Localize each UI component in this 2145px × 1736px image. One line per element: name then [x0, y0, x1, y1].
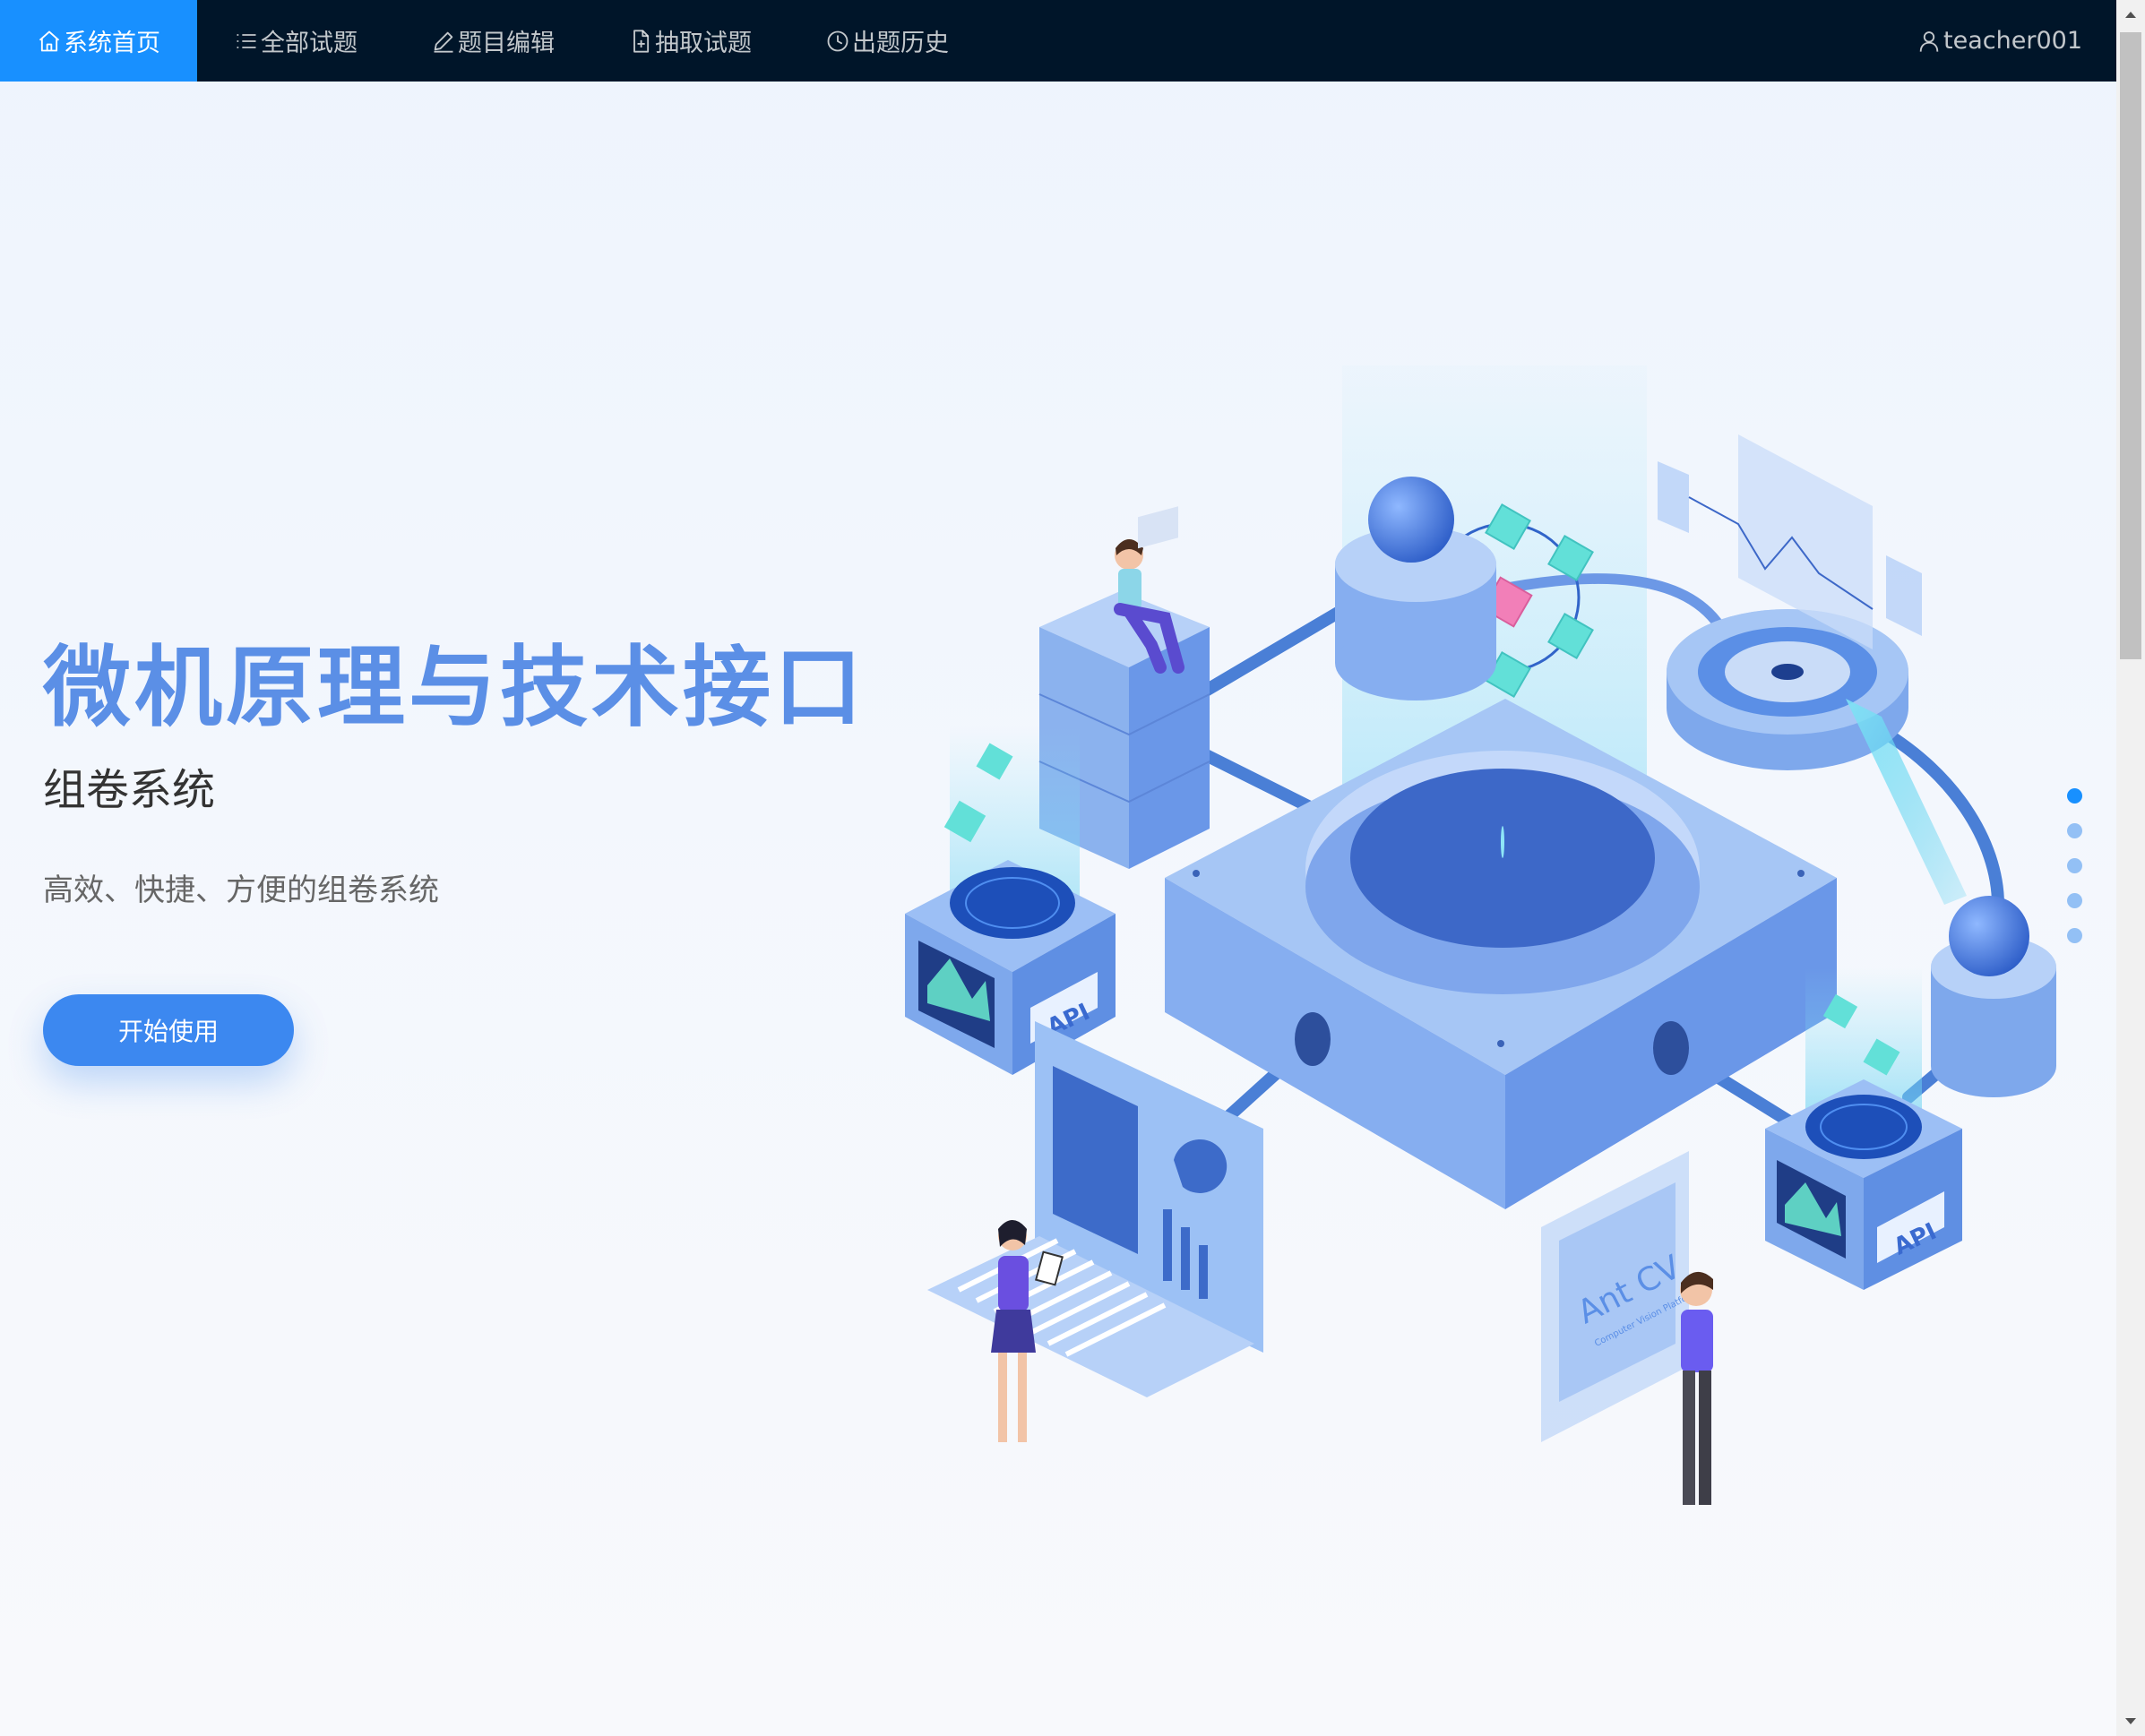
user-name: teacher001 [1943, 27, 2082, 55]
list-icon [237, 33, 256, 48]
nav-all-questions[interactable]: 全部试题 [197, 0, 394, 82]
scroll-up-arrow-icon[interactable] [2116, 0, 2145, 29]
edit-icon [434, 31, 453, 53]
scrollbar-thumb[interactable] [2120, 32, 2141, 659]
nav-exam-history[interactable]: 出题历史 [788, 0, 986, 82]
isometric-platform-illustration: API Ant CV Computer Vision Platform API [905, 365, 2056, 1505]
top-navigation: 系统首页 全部试题 题目编辑 抽取试题 出题历史 teacher001 [0, 0, 2116, 82]
nav-home[interactable]: 系统首页 [0, 0, 197, 82]
hero-title: 微机原理与技术接口 [43, 637, 866, 739]
start-button[interactable]: 开始使用 [43, 994, 294, 1066]
nav-exam-history-label: 出题历史 [852, 30, 949, 57]
hero-subtitle: 组卷系统 [43, 765, 216, 815]
user-icon [1919, 30, 1939, 52]
nav-all-questions-label: 全部试题 [261, 30, 358, 57]
home-icon [39, 30, 60, 51]
nav-extract-questions-label: 抽取试题 [655, 30, 752, 57]
file-add-icon [633, 29, 650, 53]
nav-question-edit[interactable]: 题目编辑 [394, 0, 591, 82]
vertical-scrollbar[interactable] [2116, 0, 2145, 1736]
history-icon [827, 30, 849, 51]
nav-extract-questions[interactable]: 抽取试题 [591, 0, 788, 82]
nav-question-edit-label: 题目编辑 [458, 30, 555, 57]
user-menu[interactable]: teacher001 [1917, 0, 2082, 82]
nav-home-label: 系统首页 [64, 30, 160, 57]
scroll-down-arrow-icon[interactable] [2116, 1707, 2145, 1736]
hero-description: 高效、快捷、方便的组卷系统 [43, 872, 439, 908]
